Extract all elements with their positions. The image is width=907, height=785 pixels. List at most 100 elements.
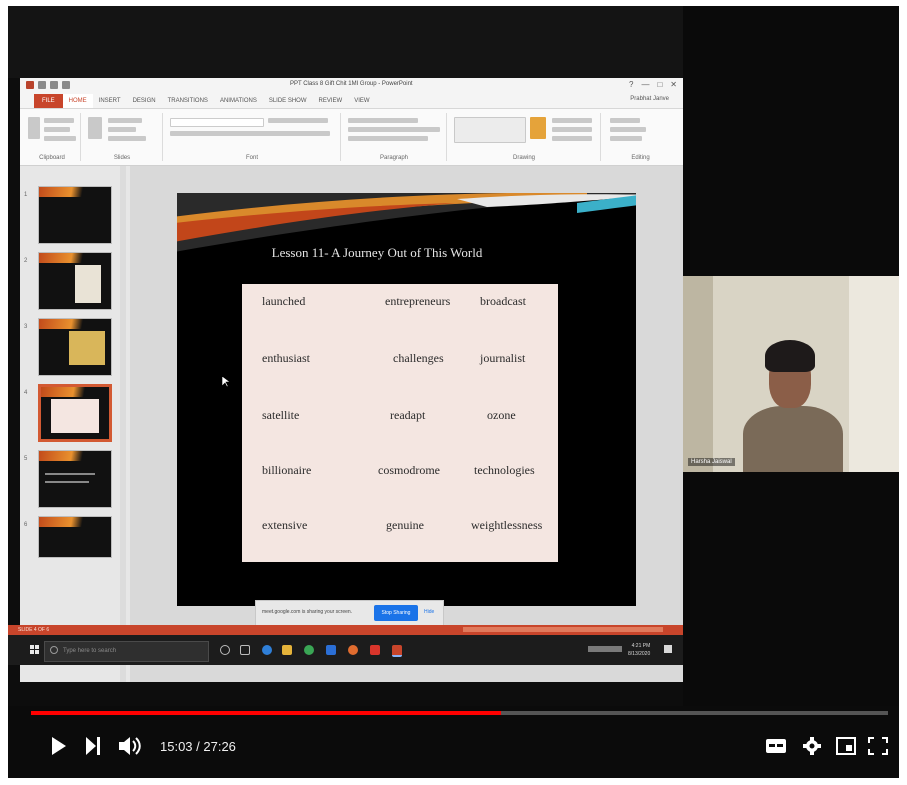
chrome-icon[interactable]: [304, 645, 314, 655]
windows-taskbar: Type here to search 4:21 PM 8/13/2020: [8, 635, 683, 665]
powerpoint-taskbar-icon[interactable]: [392, 645, 402, 657]
taskbar-clock[interactable]: 4:21 PM 8/13/2020: [628, 642, 650, 658]
ppt-logo-icon: [26, 81, 34, 89]
ribbon-group-label: Slides: [113, 155, 131, 161]
vocab-word: cosmodrome: [378, 463, 440, 477]
vocab-word: journalist: [480, 351, 526, 365]
taskbar-search-box[interactable]: Type here to search: [44, 641, 209, 662]
word-icon[interactable]: [326, 645, 336, 655]
quick-access-toolbar[interactable]: [26, 81, 70, 89]
redo-icon[interactable]: [62, 81, 70, 89]
ribbon-group-font[interactable]: Font: [164, 113, 341, 161]
video-frame[interactable]: PPT Class 8 Gift Chit 1MI Group - PowerP…: [8, 6, 899, 706]
acrobat-icon[interactable]: [370, 645, 380, 655]
zoom-slider[interactable]: [463, 627, 663, 632]
ribbon-group-label: Paragraph: [379, 155, 409, 161]
video-player[interactable]: PPT Class 8 Gift Chit 1MI Group - PowerP…: [8, 6, 899, 778]
time-display: 15:03 / 27:26: [160, 739, 236, 754]
firefox-icon[interactable]: [348, 645, 358, 655]
window-title: PPT Class 8 Gift Chit 1MI Group - PowerP…: [290, 81, 413, 87]
vocab-word: challenges: [393, 351, 444, 365]
slide-thumbnails-pane[interactable]: 1 2 3 4 5 6: [20, 166, 130, 682]
stop-sharing-button[interactable]: Stop Sharing: [374, 605, 418, 621]
notification-text: meet.google.com is sharing your screen.: [262, 609, 353, 615]
task-view-icon[interactable]: [240, 645, 250, 655]
thumbnails-scrollbar[interactable]: [120, 166, 126, 682]
vocab-word: enthusiast: [262, 351, 310, 365]
edge-browser-icon[interactable]: [262, 645, 272, 655]
tab-animations[interactable]: ANIMATIONS: [214, 94, 263, 108]
ribbon-group-clipboard[interactable]: Clipboard: [24, 113, 81, 161]
participant-webcam-tile: Harsha Jaiswal: [683, 276, 899, 472]
settings-gear-icon[interactable]: [801, 736, 823, 756]
maximize-button[interactable]: □: [657, 80, 662, 89]
minimize-button[interactable]: —: [641, 80, 649, 89]
mouse-cursor-icon: [222, 376, 230, 388]
participant-image: [743, 406, 843, 472]
account-name[interactable]: Prabhat Janve: [630, 96, 669, 102]
ribbon-group-editing[interactable]: Editing: [602, 113, 679, 161]
slide-thumbnail[interactable]: [38, 186, 112, 244]
ribbon-group-drawing[interactable]: Drawing: [448, 113, 601, 161]
play-icon[interactable]: [52, 737, 66, 755]
taskbar-search-placeholder: Type here to search: [63, 648, 117, 654]
ppt-titlebar: PPT Class 8 Gift Chit 1MI Group - PowerP…: [20, 78, 683, 94]
slide-thumbnail[interactable]: [38, 318, 112, 376]
vocab-word: readapt: [390, 408, 426, 422]
tab-view[interactable]: VIEW: [348, 94, 375, 108]
undo-icon[interactable]: [50, 81, 58, 89]
ribbon-group-label: Clipboard: [39, 155, 65, 161]
webcam-background: [849, 276, 899, 472]
ribbon-group-label: Font: [245, 155, 258, 161]
tab-insert[interactable]: INSERT: [93, 94, 127, 108]
ribbon-group-label: Editing: [631, 155, 650, 161]
slide-number: 5: [24, 456, 28, 462]
volume-icon[interactable]: [119, 736, 141, 756]
vocabulary-box: launched entrepreneurs broadcast enthusi…: [242, 284, 558, 562]
miniplayer-icon[interactable]: [835, 736, 857, 756]
slide-thumbnail[interactable]: [38, 450, 112, 508]
ppt-statusbar: SLIDE 4 OF 6: [8, 625, 683, 635]
tab-design[interactable]: DESIGN: [127, 94, 162, 108]
ribbon-group-paragraph[interactable]: Paragraph: [342, 113, 447, 161]
vocab-word: weightlessness: [471, 518, 543, 532]
save-icon[interactable]: [38, 81, 46, 89]
hide-notification-button[interactable]: Hide: [424, 609, 434, 615]
slide-number: 2: [24, 258, 28, 264]
cortana-icon[interactable]: [220, 645, 230, 655]
notifications-icon[interactable]: [664, 645, 672, 653]
clock-time: 4:21 PM: [631, 643, 651, 649]
help-button[interactable]: ?: [629, 80, 633, 89]
current-slide[interactable]: Lesson 11- A Journey Out of This World l…: [177, 193, 636, 606]
tab-home[interactable]: HOME: [62, 94, 93, 108]
slide-thumbnail[interactable]: [38, 252, 112, 310]
windows-start-icon[interactable]: [30, 645, 40, 655]
window-controls: ? — □ ✕: [629, 80, 677, 89]
participant-image: [765, 340, 815, 372]
slide-thumbnail[interactable]: [38, 516, 112, 558]
slide-thumbnail-selected[interactable]: [38, 384, 112, 442]
ribbon-group-slides[interactable]: Slides: [82, 113, 163, 161]
powerpoint-window: PPT Class 8 Gift Chit 1MI Group - PowerP…: [20, 78, 683, 682]
system-tray-icons[interactable]: [588, 646, 622, 652]
close-button[interactable]: ✕: [670, 80, 677, 89]
slide-number: 4: [24, 390, 28, 396]
ribbon-tabs: FILE HOME INSERT DESIGN TRANSITIONS ANIM…: [20, 94, 683, 109]
file-explorer-icon[interactable]: [282, 645, 292, 655]
tab-slide-show[interactable]: SLIDE SHOW: [263, 94, 313, 108]
search-icon: [50, 646, 58, 654]
tab-transitions[interactable]: TRANSITIONS: [162, 94, 214, 108]
tab-file[interactable]: FILE: [34, 94, 63, 108]
screen-share-notification: meet.google.com is sharing your screen. …: [255, 600, 444, 626]
subtitles-icon[interactable]: [765, 736, 787, 756]
vocab-word: technologies: [474, 463, 535, 477]
participant-name-label: Harsha Jaiswal: [688, 458, 735, 466]
next-icon[interactable]: [86, 737, 100, 755]
slide-number: 3: [24, 324, 28, 330]
progress-bar[interactable]: [31, 711, 888, 715]
tab-review[interactable]: REVIEW: [313, 94, 349, 108]
slide-number: 1: [24, 192, 28, 198]
progress-played: [31, 711, 501, 715]
vocab-word: genuine: [386, 518, 424, 532]
fullscreen-icon[interactable]: [867, 736, 889, 756]
